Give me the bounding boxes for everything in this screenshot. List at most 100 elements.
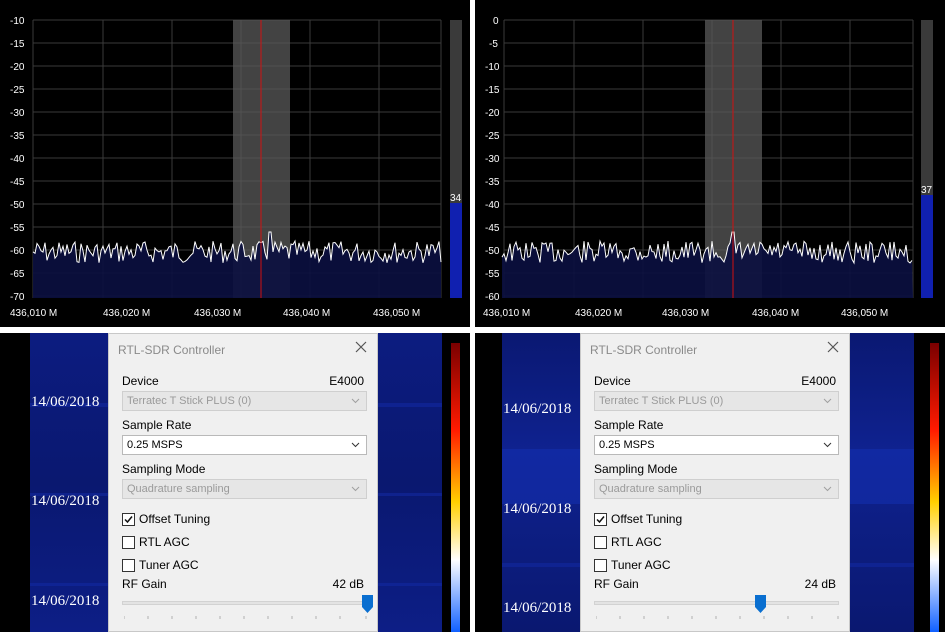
sample-rate-value: 0.25 MSPS [127,439,183,451]
sample-rate-select[interactable]: 0.25 MSPS [594,435,839,455]
rf-gain-label: RF Gain [122,577,167,591]
checkmark-icon [596,515,605,523]
level-meter-fill [921,195,933,298]
dialog-title: RTL-SDR Controller [590,343,698,357]
rf-gain-slider-thumb[interactable] [361,595,373,613]
sample-rate-select[interactable]: 0.25 MSPS [122,435,367,455]
device-type: E4000 [329,374,364,388]
chevron-down-icon [823,486,832,492]
offset-tuning-label: Offset Tuning [139,512,211,526]
rf-gain-value: 24 dB [804,577,836,591]
x-axis-left: 436,010 M 436,020 M 436,030 M 436,040 M … [10,308,420,319]
y-tick: -15 [10,39,25,50]
rf-gain-slider-track[interactable] [122,601,367,605]
y-tick: -20 [10,62,25,73]
y-tick: -30 [485,154,500,165]
sampling-mode-select[interactable]: Quadrature sampling [122,479,367,499]
x-tick: 436,040 M [752,308,799,319]
sampling-mode-label: Sampling Mode [122,462,206,476]
y-tick: -50 [485,246,500,257]
y-tick: -15 [485,85,500,96]
checkbox-box[interactable] [122,512,135,526]
checkbox-box[interactable] [594,558,607,572]
close-icon[interactable] [825,339,841,355]
checkmark-icon [124,515,133,523]
waterfall-timestamp: 14/06/2018 [31,593,100,609]
x-tick: 436,040 M [283,308,330,319]
rtl-agc-checkbox[interactable]: RTL AGC [594,535,662,549]
y-tick: -40 [10,154,25,165]
y-tick: -65 [10,269,25,280]
waterfall-panel-right[interactable]: 14/06/2018 14/06/2018 14/06/2018 RTL-SDR… [475,333,945,632]
rf-gain-slider-thumb[interactable] [755,595,767,613]
y-tick: -40 [485,200,500,211]
checkbox-box[interactable] [594,535,607,549]
rtl-sdr-controller-dialog[interactable]: RTL-SDR Controller Device E4000 Terratec… [580,333,850,632]
y-tick: -20 [485,108,500,119]
device-type: E4000 [801,374,836,388]
y-tick: -50 [10,200,25,211]
rtl-agc-checkbox[interactable]: RTL AGC [122,535,190,549]
chevron-down-icon [351,398,360,404]
tuner-agc-checkbox[interactable]: Tuner AGC [122,558,199,572]
spectrum-svg-left: -10 -15 -20 -25 -30 -35 -40 -45 -50 -55 … [10,16,462,319]
sampling-mode-select[interactable]: Quadrature sampling [594,479,839,499]
y-axis-right: 0 -5 -10 -15 -20 -25 -30 -35 -40 -45 -50… [485,16,500,303]
device-select-value: Terratec T Stick PLUS (0) [127,395,252,407]
dialog-title: RTL-SDR Controller [118,343,226,357]
chevron-down-icon [351,442,360,448]
waterfall-timestamp: 14/06/2018 [31,394,100,410]
x-axis-right: 436,010 M 436,020 M 436,030 M 436,040 M … [483,308,888,319]
waterfall-panel-left[interactable]: 14/06/2018 14/06/2018 14/06/2018 RTL-SDR… [0,333,470,632]
level-meter-value: 34 [450,193,462,204]
x-tick: 436,010 M [10,308,57,319]
rtl-sdr-controller-dialog[interactable]: RTL-SDR Controller Device E4000 Terratec… [108,333,378,632]
y-tick: -30 [10,108,25,119]
offset-tuning-checkbox[interactable]: Offset Tuning [594,512,682,526]
y-tick: -55 [10,223,25,234]
color-scale-bar [451,343,460,632]
x-tick: 436,020 M [103,308,150,319]
sample-rate-label: Sample Rate [594,418,664,432]
spectrum-panel-left[interactable]: -10 -15 -20 -25 -30 -35 -40 -45 -50 -55 … [0,0,470,327]
chevron-down-icon [823,442,832,448]
slider-ticks [124,616,367,619]
y-tick: -60 [10,246,25,257]
x-tick: 436,010 M [483,308,530,319]
slider-ticks [596,616,839,619]
checkbox-box[interactable] [594,512,607,526]
device-select[interactable]: Terratec T Stick PLUS (0) [594,391,839,411]
y-axis-left: -10 -15 -20 -25 -30 -35 -40 -45 -50 -55 … [10,16,25,303]
chevron-down-icon [823,398,832,404]
waterfall-timestamp: 14/06/2018 [31,493,100,509]
chevron-down-icon [351,486,360,492]
y-tick: -45 [485,223,500,234]
y-tick: -70 [10,292,25,303]
checkbox-box[interactable] [122,535,135,549]
device-label: Device [122,374,159,388]
waterfall-timestamp: 14/06/2018 [503,600,572,616]
level-meter-fill [450,203,462,298]
checkbox-box[interactable] [122,558,135,572]
spectrum-svg-right: 0 -5 -10 -15 -20 -25 -30 -35 -40 -45 -50… [483,16,933,319]
y-tick: -35 [10,131,25,142]
y-tick: -5 [489,39,498,50]
waterfall-timestamp: 14/06/2018 [503,501,572,517]
offset-tuning-checkbox[interactable]: Offset Tuning [122,512,210,526]
tuner-agc-checkbox[interactable]: Tuner AGC [594,558,671,572]
device-select[interactable]: Terratec T Stick PLUS (0) [122,391,367,411]
tuner-agc-label: Tuner AGC [611,558,671,572]
device-select-value: Terratec T Stick PLUS (0) [599,395,724,407]
x-tick: 436,030 M [662,308,709,319]
device-label: Device [594,374,631,388]
level-meter-value: 37 [921,185,933,196]
sample-rate-label: Sample Rate [122,418,192,432]
close-icon[interactable] [353,339,369,355]
y-tick: -55 [485,269,500,280]
rf-gain-slider-track[interactable] [594,601,839,605]
tuner-agc-label: Tuner AGC [139,558,199,572]
sampling-mode-label: Sampling Mode [594,462,678,476]
x-tick: 436,050 M [373,308,420,319]
spectrum-panel-right[interactable]: 0 -5 -10 -15 -20 -25 -30 -35 -40 -45 -50… [475,0,945,327]
x-tick: 436,020 M [575,308,622,319]
